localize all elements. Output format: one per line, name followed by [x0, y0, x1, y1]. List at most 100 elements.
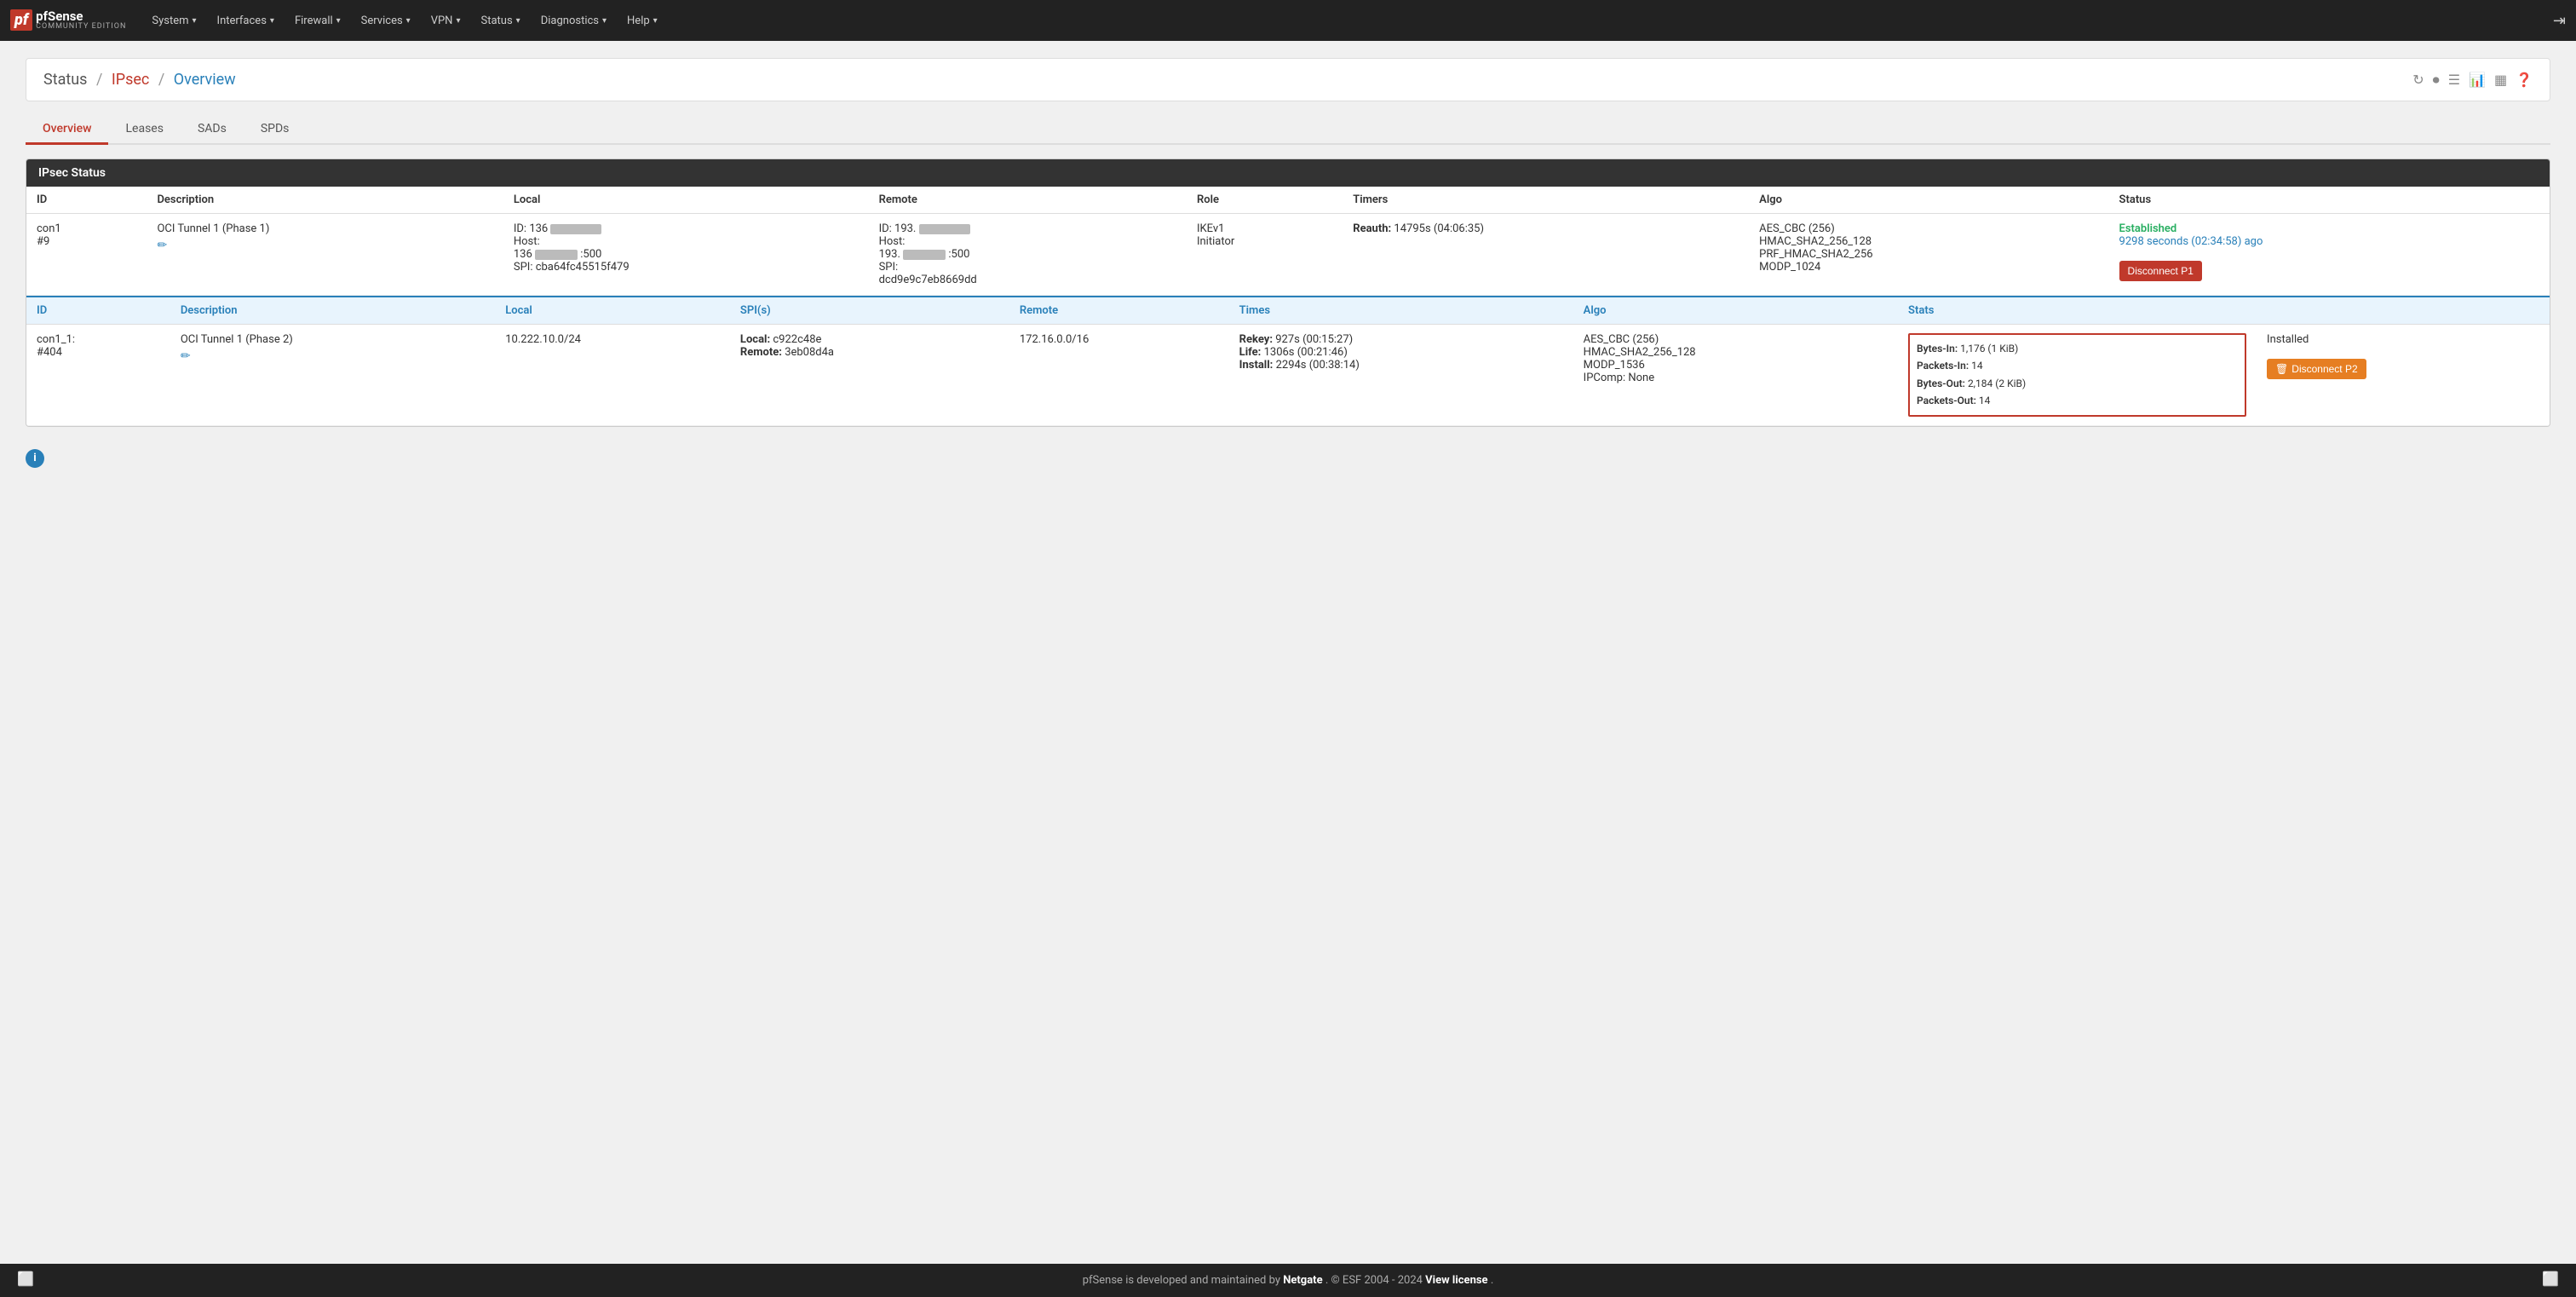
- p2-life-label: Life:: [1239, 346, 1262, 359]
- tab-overview[interactable]: Overview: [26, 115, 108, 145]
- p2-spi-remote-label: Remote:: [740, 346, 782, 359]
- breadcrumb-sep2: /: [158, 71, 164, 89]
- p2-col-spi: SPI(s): [730, 297, 1009, 325]
- bytes-out-label: Bytes-Out:: [1917, 378, 1965, 389]
- p2-col-algo: Algo: [1573, 297, 1898, 325]
- breadcrumb-prefix: Status: [43, 71, 87, 89]
- footer-period: .: [1491, 1274, 1493, 1287]
- p1-status-established: Established: [2119, 222, 2177, 235]
- navbar: pf pfSense COMMUNITY EDITION System ▾ In…: [0, 0, 2576, 41]
- p2-cell-spi: Local: c922c48e Remote: 3eb08d4a: [730, 325, 1009, 426]
- page-header: Status / IPsec / Overview ↻ ⏺ ☰ 📊 ▦ ❓: [26, 58, 2550, 101]
- footer-pfsense: pfSense: [1083, 1274, 1123, 1287]
- section-header: IPsec Status: [26, 159, 2550, 187]
- tab-bar: Overview Leases SADs SPDs: [26, 115, 2550, 145]
- nav-diagnostics[interactable]: Diagnostics ▾: [532, 9, 615, 32]
- disconnect-p2-label: Disconnect P2: [2291, 363, 2357, 375]
- nav-vpn[interactable]: VPN ▾: [423, 9, 469, 32]
- p1-cell-status: Established 9298 seconds (02:34:58) ago …: [2109, 214, 2550, 296]
- tab-leases[interactable]: Leases: [108, 115, 180, 145]
- tab-spds[interactable]: SPDs: [244, 115, 307, 145]
- p1-algo4: MODP_1024: [1759, 261, 1820, 274]
- p2-cell-times: Rekey: 927s (00:15:27) Life: 1306s (00:2…: [1229, 325, 1573, 426]
- p1-remote-spi-label: SPI:: [879, 261, 899, 274]
- p2-rekey-label: Rekey:: [1239, 333, 1273, 346]
- chart-icon[interactable]: 📊: [2469, 72, 2486, 88]
- brand-sub: COMMUNITY EDITION: [36, 23, 126, 32]
- p1-role2: Initiator: [1197, 235, 1234, 248]
- grid-icon[interactable]: ▦: [2494, 72, 2507, 88]
- p2-col-stats: Stats: [1898, 297, 2257, 325]
- footer-netgate: Netgate: [1283, 1274, 1322, 1287]
- stats-box: Bytes-In: 1,176 (1 KiB) Packets-In: 14 B…: [1908, 333, 2246, 417]
- p2-cell-id: con1_1: #404: [26, 325, 170, 426]
- p2-cell-desc: OCI Tunnel 1 (Phase 2) ✏: [170, 325, 495, 426]
- nav-help[interactable]: Help ▾: [618, 9, 666, 32]
- p1-description: OCI Tunnel 1 (Phase 1): [157, 222, 269, 235]
- nav-system[interactable]: System ▾: [143, 9, 204, 32]
- p2-col-action: [2257, 297, 2550, 325]
- p1-col-timers: Timers: [1343, 187, 1749, 214]
- p2-algo2: HMAC_SHA2_256_128: [1584, 346, 1696, 359]
- p1-cell-desc: OCI Tunnel 1 (Phase 1) ✏: [147, 214, 503, 296]
- p2-algo1: AES_CBC (256): [1584, 333, 1659, 346]
- breadcrumb-current: Overview: [174, 71, 236, 89]
- packets-in-label: Packets-In:: [1917, 360, 1969, 372]
- disconnect-p1-button[interactable]: Disconnect P1: [2119, 261, 2202, 281]
- logo-box: pf: [10, 9, 32, 31]
- p2-install-label: Install:: [1239, 359, 1274, 372]
- p1-local-host-redacted: [535, 250, 578, 260]
- p1-local-id-redacted: [550, 224, 601, 234]
- p2-spi-local-label: Local:: [740, 333, 770, 346]
- brand-name: pfSense: [36, 9, 126, 24]
- p1-reauth-label: Reauth:: [1353, 222, 1391, 235]
- nav-firewall[interactable]: Firewall ▾: [286, 9, 349, 32]
- packets-in-val: 14: [1971, 360, 1983, 372]
- nav-interfaces[interactable]: Interfaces ▾: [209, 9, 283, 32]
- p2-col-local: Local: [495, 297, 730, 325]
- packets-out-label: Packets-Out:: [1917, 395, 1976, 406]
- disconnect-p2-button[interactable]: 🗑 Disconnect P2: [2267, 359, 2366, 379]
- packets-out-val: 14: [1979, 395, 1991, 406]
- p1-id-line1: con1: [37, 222, 61, 235]
- p1-col-role: Role: [1187, 187, 1343, 214]
- stop-icon[interactable]: ⏺: [2433, 72, 2440, 89]
- footer-right-icon[interactable]: ⬜: [2542, 1271, 2559, 1287]
- chevron-down-icon: ▾: [406, 16, 411, 26]
- help-icon[interactable]: ❓: [2516, 72, 2533, 88]
- info-icon[interactable]: i: [26, 449, 44, 468]
- chevron-down-icon: ▾: [456, 16, 460, 26]
- breadcrumb-sep1: /: [96, 71, 102, 89]
- p1-local-port: :500: [580, 248, 601, 261]
- footer-left-icon[interactable]: ⬜: [17, 1271, 34, 1287]
- navbar-right: ⇥: [2553, 12, 2566, 30]
- p2-id-line1: con1_1:: [37, 333, 75, 346]
- p1-local-id: 136: [529, 222, 548, 235]
- p1-algo2: HMAC_SHA2_256_128: [1759, 235, 1872, 248]
- brand-text: pfSense COMMUNITY EDITION: [36, 9, 126, 32]
- filter-icon[interactable]: ☰: [2448, 72, 2460, 88]
- footer: ⬜ pfSense is developed and maintained by…: [0, 1264, 2576, 1297]
- p1-cell-local: ID: 136 Host: 136 :500 SPI: cba64fc45515…: [503, 214, 869, 296]
- footer-view-license[interactable]: View license: [1425, 1274, 1487, 1287]
- p2-install-val: 2294s (00:38:14): [1276, 359, 1360, 372]
- p1-table-row: con1 #9 OCI Tunnel 1 (Phase 1) ✏ ID: 136…: [26, 214, 2550, 296]
- tab-sads[interactable]: SADs: [181, 115, 244, 145]
- p2-edit-icon[interactable]: ✏: [181, 349, 485, 363]
- p1-col-status: Status: [2109, 187, 2550, 214]
- p1-local-id-label: ID:: [514, 222, 526, 235]
- p1-cell-timers: Reauth: 14795s (04:06:35): [1343, 214, 1749, 296]
- p1-table: ID Description Local Remote Role Timers …: [26, 187, 2550, 296]
- footer-text-after: . © ESF 2004 - 2024: [1325, 1274, 1425, 1287]
- refresh-icon[interactable]: ↻: [2412, 72, 2424, 88]
- p2-col-desc: Description: [170, 297, 495, 325]
- p2-cell-remote: 172.16.0.0/16: [1009, 325, 1229, 426]
- nav-services[interactable]: Services ▾: [353, 9, 419, 32]
- nav-status[interactable]: Status ▾: [473, 9, 529, 32]
- logout-icon[interactable]: ⇥: [2553, 12, 2566, 30]
- p1-remote-host-redacted: [903, 250, 946, 260]
- p1-edit-icon[interactable]: ✏: [157, 239, 492, 252]
- breadcrumb-link[interactable]: IPsec: [112, 71, 150, 89]
- p1-remote-id-redacted: [919, 224, 970, 234]
- p2-col-times: Times: [1229, 297, 1573, 325]
